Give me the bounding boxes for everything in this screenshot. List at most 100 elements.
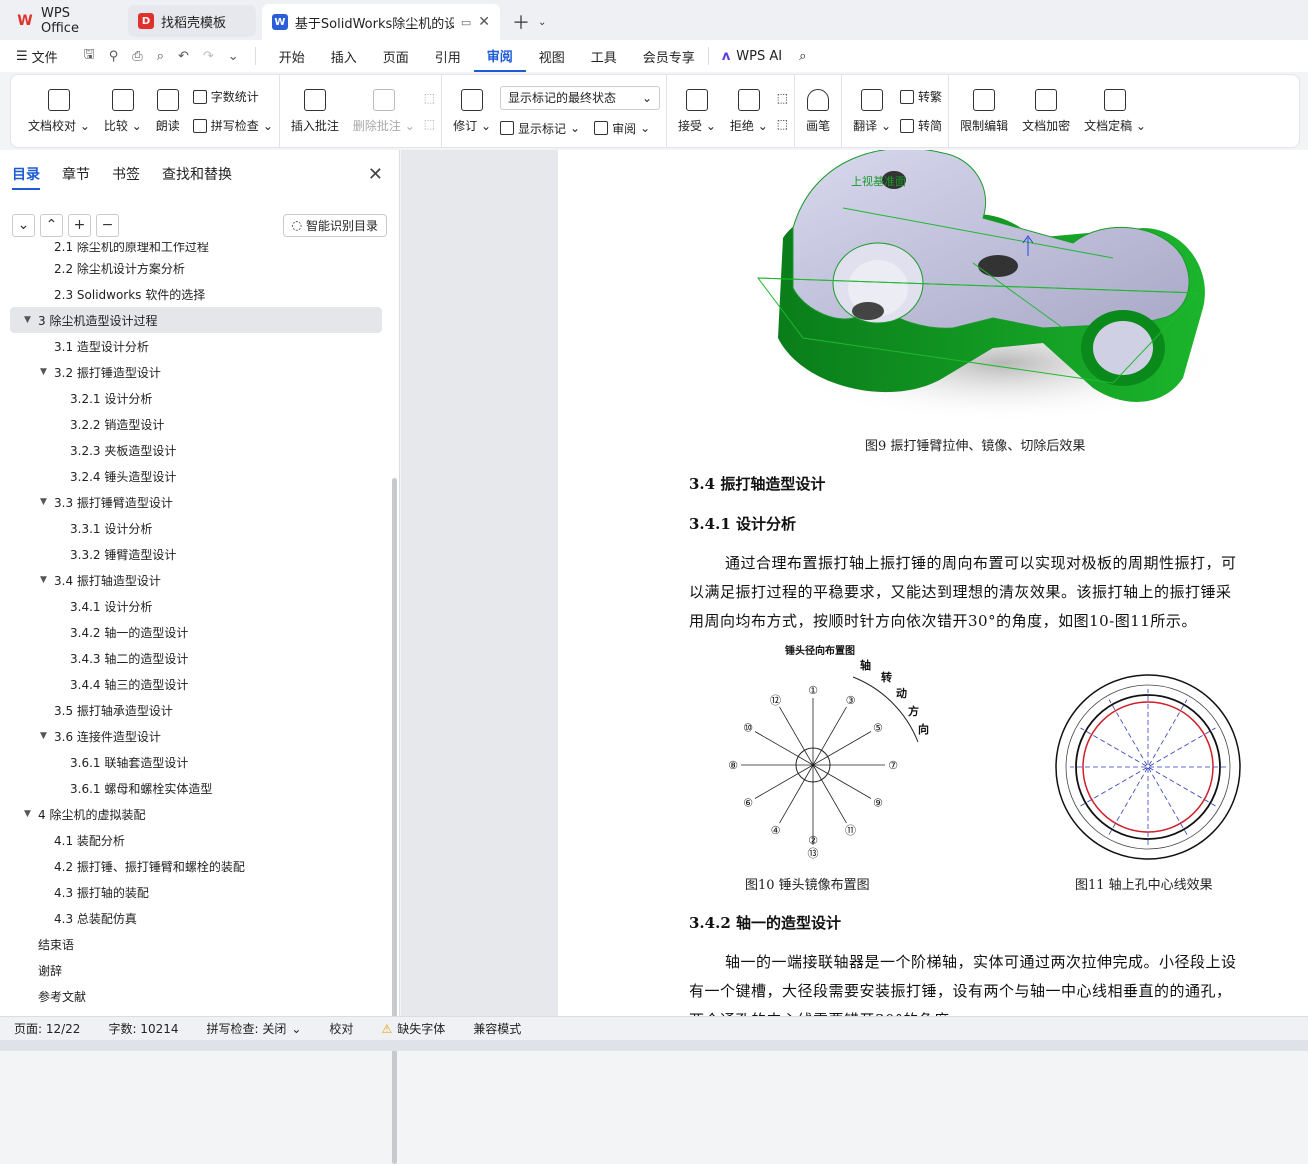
redo-icon[interactable]: ↷ [203,49,214,64]
prev-change-icon[interactable]: ⬚ [777,91,788,105]
toc-item[interactable]: 3.2.4 锤头造型设计 [0,463,392,489]
search-icon[interactable]: ⌕ [795,40,810,72]
menu-insert[interactable]: 插入 [318,40,370,72]
prev-comment-icon[interactable]: ⬚ [424,91,435,105]
menu-page[interactable]: 页面 [370,40,422,72]
menu-tools[interactable]: 工具 [578,40,630,72]
link-icon[interactable]: ⚲ [109,49,119,64]
toc-item[interactable]: 2.3 Solidworks 软件的选择 [0,281,392,307]
word-count-button[interactable]: 字数统计 [192,88,273,105]
expand-arrow-icon[interactable]: ▼ [24,315,38,325]
toc-item[interactable]: ▼ 3.3 振打锤臂造型设计 [0,489,392,515]
file-menu[interactable]: ☰ 文件 [0,40,71,72]
menu-review[interactable]: 审阅 [473,40,526,72]
toc-item[interactable]: 3.4.1 设计分析 [0,593,392,619]
toc-item[interactable]: ▼ 3.6 连接件造型设计 [0,723,392,749]
tab-find-replace[interactable]: 查找和替换 [162,164,232,190]
expand-arrow-icon[interactable]: ▼ [40,497,54,507]
toc-item[interactable]: ▼ 4 除尘机的虚拟装配 [0,801,392,827]
chevron-down-icon[interactable]: ⌄ [538,17,546,28]
restrict-edit-button[interactable]: 限制编辑 [955,88,1013,134]
toc-item[interactable]: 结束语 [0,931,392,957]
close-icon[interactable]: ✕ [368,164,383,185]
more-chevron-icon[interactable]: ⌄ [228,49,239,64]
toc-item[interactable]: 3.6.1 联轴套造型设计 [0,749,392,775]
reject-button[interactable]: 拒绝 ⌄ [725,88,773,134]
read-aloud-button[interactable]: 朗读 [151,88,185,134]
expand-up-button[interactable]: ⌃ [40,213,63,237]
delete-comment-button[interactable]: 删除批注 ⌄ [348,88,420,134]
doc-proof-button[interactable]: 文档校对 ⌄ [23,88,95,134]
collapse-down-button[interactable]: ⌄ [12,213,35,237]
toc-item[interactable]: 3.4.4 轴三的造型设计 [0,671,392,697]
spell-check-button[interactable]: 拼写检查 ⌄ [192,117,273,134]
tab-document[interactable]: W 基于SolidWorks除尘机的设计 ▭ ✕ [262,4,500,40]
expand-arrow-icon[interactable]: ▼ [40,731,54,741]
smart-toc-button[interactable]: ◌ 智能识别目录 [282,213,387,237]
tab-bookmarks[interactable]: 书签 [112,164,140,190]
toc-item[interactable]: 3.3.2 锤臂造型设计 [0,541,392,567]
undo-icon[interactable]: ↶ [178,49,189,64]
markup-state-select[interactable]: 显示标记的最终状态 ⌄ [500,85,661,110]
wps-ai-button[interactable]: ʌ WPS AI [709,40,795,72]
encrypt-button[interactable]: 文档加密 [1017,88,1075,134]
to-simplified-button[interactable]: 转简 [900,117,942,134]
print-preview-icon[interactable]: ⌕ [157,49,164,64]
toc-item[interactable]: 3.4.3 轴二的造型设计 [0,645,392,671]
revise-button[interactable]: 修订 ⌄ [448,88,496,134]
pen-button[interactable]: 画笔 [801,88,835,134]
to-traditional-button[interactable]: 转繁 [900,88,942,105]
toc-item[interactable]: 3.1 造型设计分析 [0,333,392,359]
expand-arrow-icon[interactable]: ▼ [24,809,38,819]
compare-button[interactable]: 比较 ⌄ [99,88,147,134]
toc-scrollbar[interactable] [392,478,397,1164]
tab-chapters[interactable]: 章节 [62,164,90,190]
toc-item[interactable]: ▼ 3.4 振打轴造型设计 [0,567,392,593]
add-toc-button[interactable]: + [68,213,91,237]
toc-item[interactable]: 3.2.3 夹板造型设计 [0,437,392,463]
toc-item[interactable]: 参考文献 [0,983,392,1009]
toc-item[interactable]: 3.2.2 销造型设计 [0,411,392,437]
toc-item[interactable]: 3.2.1 设计分析 [0,385,392,411]
toc-item[interactable]: 4.3 总装配仿真 [0,905,392,931]
tab-docer[interactable]: D 找稻壳模板 [128,5,256,37]
toc-item[interactable]: 谢辞 [0,957,392,983]
next-change-icon[interactable]: ⬚ [777,117,788,131]
tab-wps-office[interactable]: W WPS Office [6,5,122,37]
expand-arrow-icon[interactable]: ▼ [40,575,54,585]
menu-start[interactable]: 开始 [266,40,318,72]
print-icon[interactable]: ⎙ [132,49,142,64]
toc-item[interactable]: 4.1 装配分析 [0,827,392,853]
toc-item[interactable]: ▼ 3 除尘机造型设计过程 [10,307,382,333]
toc-item[interactable]: 2.2 除尘机设计方案分析 [0,255,392,281]
finalize-button[interactable]: 文档定稿 ⌄ [1079,88,1151,134]
spell-check-status[interactable]: 拼写检查: 关闭 ⌄ [193,1020,316,1037]
translate-button[interactable]: 翻译 ⌄ [848,88,896,134]
menu-member[interactable]: 会员专享 [630,47,709,66]
remove-toc-button[interactable]: − [96,213,119,237]
insert-comment-button[interactable]: 插入批注 [286,88,344,134]
toc-item[interactable]: 3.5 振打轴承造型设计 [0,697,392,723]
review-pane-button[interactable]: 审阅 ⌄ [594,120,650,137]
proof-status[interactable]: 校对 [315,1020,367,1037]
menu-view[interactable]: 视图 [526,40,578,72]
toc-item[interactable]: 3.4.2 轴一的造型设计 [0,619,392,645]
toc-item[interactable]: 3.3.1 设计分析 [0,515,392,541]
toc-item[interactable]: 2.1 除尘机的原理和工作过程 [0,242,392,255]
page-indicator[interactable]: 页面: 12/22 [0,1020,94,1037]
expand-arrow-icon[interactable]: ▼ [40,367,54,377]
accept-button[interactable]: 接受 ⌄ [673,88,721,134]
toc-item[interactable]: ▼ 3.2 振打锤造型设计 [0,359,392,385]
missing-font-status[interactable]: ⚠ 缺失字体 [367,1020,459,1037]
show-marks-button[interactable]: 显示标记 ⌄ [500,120,580,137]
toc-item[interactable]: 3.6.1 螺母和螺栓实体造型 [0,775,392,801]
toc-item[interactable]: 4.3 振打轴的装配 [0,879,392,905]
toc-item[interactable]: 4.2 振打锤、振打锤臂和螺栓的装配 [0,853,392,879]
menu-reference[interactable]: 引用 [422,40,474,72]
new-tab-button[interactable]: ＋ ⌄ [506,4,552,40]
tab-toc[interactable]: 目录 [12,164,40,190]
save-icon[interactable]: 🖫 [84,45,95,67]
word-count[interactable]: 字数: 10214 [94,1020,192,1037]
close-tab-icon[interactable]: ✕ [478,14,490,30]
next-comment-icon[interactable]: ⬚ [424,117,435,131]
